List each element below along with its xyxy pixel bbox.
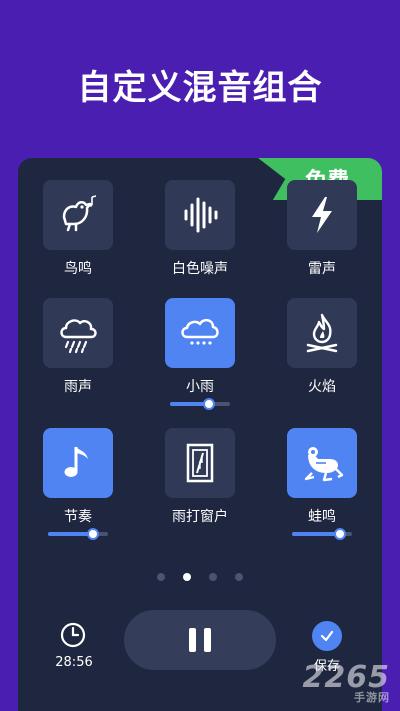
sound-tile-white-noise[interactable] (165, 180, 235, 250)
volume-fill (292, 532, 340, 536)
sound-label-bird: 鸟鸣 (64, 261, 92, 277)
sound-tile-rhythm[interactable] (43, 428, 113, 498)
sound-label-rain: 雨声 (64, 379, 92, 395)
sound-tile-window-rain[interactable] (165, 428, 235, 498)
sound-tile-light-rain[interactable] (165, 298, 235, 368)
volume-slider-rhythm[interactable] (48, 528, 108, 540)
sound-tile-fire[interactable] (287, 298, 357, 368)
soundwave-icon (184, 197, 218, 233)
bird-icon (62, 195, 97, 232)
sound-tile-bird[interactable] (43, 180, 113, 250)
rain-cloud-icon (60, 319, 97, 354)
checkmark-icon (320, 630, 334, 642)
sound-tile-rain[interactable] (43, 298, 113, 368)
sound-label-fire: 火焰 (308, 379, 336, 395)
frog-icon (304, 447, 344, 482)
volume-knob[interactable] (87, 528, 99, 540)
volume-knob[interactable] (334, 528, 346, 540)
pause-icon (189, 628, 211, 652)
page-dot[interactable] (235, 573, 243, 581)
volume-slider-frog[interactable] (292, 528, 352, 540)
sound-label-thunder: 雷声 (308, 261, 336, 277)
window-rain-icon (186, 443, 214, 483)
sound-tile-frog[interactable] (287, 428, 357, 498)
pause-button[interactable] (124, 610, 276, 670)
page-dot[interactable] (183, 573, 191, 581)
sound-label-window-rain: 雨打窗户 (172, 509, 228, 525)
sound-label-frog: 蛙鸣 (308, 509, 336, 525)
sound-label-light-rain: 小雨 (186, 379, 214, 395)
lightning-icon (312, 197, 332, 233)
page-indicator (18, 573, 382, 581)
sound-label-rhythm: 节奏 (64, 509, 92, 525)
save-button[interactable] (312, 621, 342, 651)
volume-knob[interactable] (203, 398, 215, 410)
page-dot[interactable] (157, 573, 165, 581)
volume-slider-light-rain[interactable] (170, 398, 230, 410)
timer-value[interactable]: 28:56 (46, 655, 102, 670)
sound-tile-thunder[interactable] (287, 180, 357, 250)
watermark-logo: 2265 手游网 (302, 660, 390, 704)
music-note-icon (64, 447, 88, 477)
page-dot[interactable] (209, 573, 217, 581)
light-rain-icon (181, 318, 219, 345)
hero-title: 自定义混音组合 (77, 68, 323, 108)
campfire-icon (306, 313, 338, 353)
sound-label-white-noise: 白色噪声 (172, 261, 228, 277)
mixer-panel: 免费 鸟鸣 (18, 158, 382, 711)
clock-icon[interactable] (58, 620, 88, 650)
